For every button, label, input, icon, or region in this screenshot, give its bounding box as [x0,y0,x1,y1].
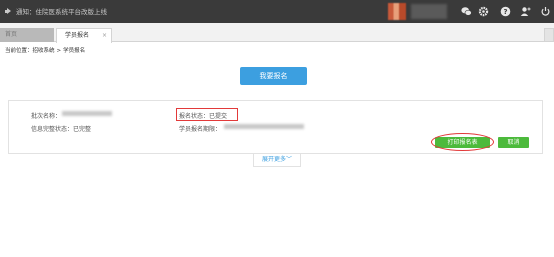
expand-more-label: 展开更多 [261,156,286,163]
tab-home[interactable]: 首页 [0,28,54,42]
apply-status-highlight [176,108,238,121]
tab-bar: 首页 学员报名 × [0,23,554,43]
tab-label: 学员报名 [65,32,90,39]
breadcrumb-item: 学员报名 [63,48,86,54]
notice-text: 通知：住院医系统平台改版上线 [16,8,107,16]
breadcrumb-item[interactable]: 招收系统 [33,48,55,54]
avatar[interactable] [388,3,406,20]
batch-name-label: 批次名称： [31,113,62,120]
apply-button[interactable]: 我要报名 [240,67,307,85]
deadline-value-redacted [224,124,304,129]
svg-text:?: ? [503,8,507,16]
cancel-button[interactable]: 取消 [498,137,529,148]
user-add-icon[interactable] [520,6,531,17]
breadcrumb-prefix: 当前位置： [5,48,33,54]
user-name-redacted [411,4,447,19]
breadcrumb: 当前位置：招收系统 > 学员报名 [5,46,85,54]
close-icon[interactable]: × [102,29,107,42]
top-navigation-bar: 通知：住院医系统平台改版上线 ? [0,0,554,23]
info-status-value: 已完整 [73,126,92,133]
deadline-label: 学员报名期限： [179,126,222,133]
print-button-highlight [431,133,494,151]
speaker-icon [5,7,12,15]
tab-student-registration[interactable]: 学员报名 × [56,28,112,43]
power-icon[interactable] [540,6,551,17]
tab-overflow-button[interactable] [544,28,554,42]
help-icon[interactable]: ? [500,6,511,17]
info-status-field: 信息完整状态：已完整 [31,124,91,133]
notice-bar[interactable]: 通知：住院医系统平台改版上线 [5,6,107,16]
gear-icon[interactable] [478,6,489,17]
wechat-icon[interactable] [461,6,472,17]
chevron-down-icon: ﹀ [286,156,293,163]
breadcrumb-separator: > [56,48,62,54]
expand-more-button[interactable]: 展开更多﹀ [253,154,301,167]
info-status-label: 信息完整状态： [31,126,74,133]
batch-name-value-redacted [62,111,112,116]
